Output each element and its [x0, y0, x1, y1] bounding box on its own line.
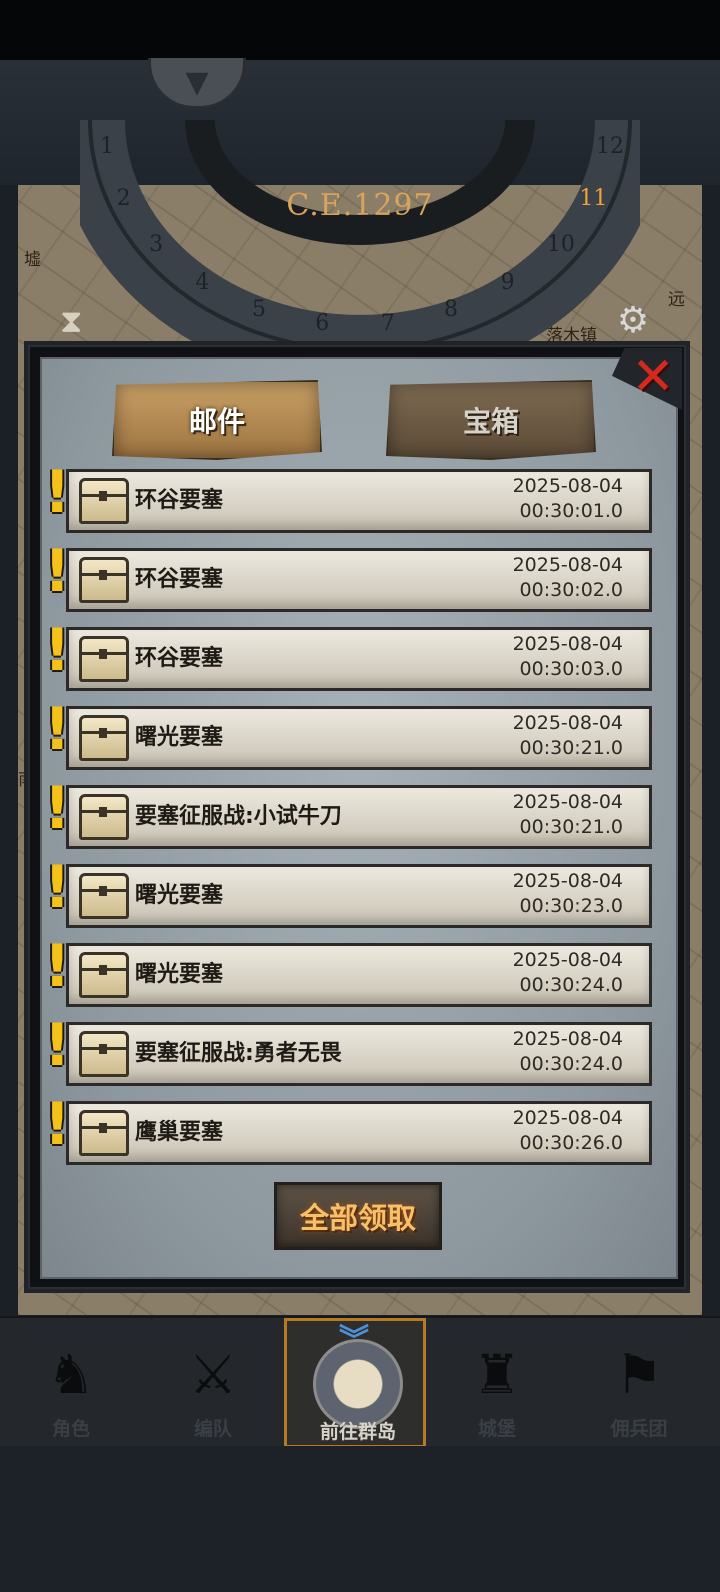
dial-number: 10: [546, 232, 575, 258]
nav-item-islands[interactable]: ︾ 前往群岛: [284, 1318, 426, 1448]
unread-alert-icon: !: [44, 458, 71, 526]
mail-date: 2025-08-04: [512, 1107, 623, 1129]
chest-icon: [79, 794, 129, 840]
mail-row[interactable]: 鹰巢要塞 2025-08-04 00:30:26.0: [66, 1101, 652, 1165]
nav-item-character[interactable]: ♞ 角色: [0, 1318, 142, 1448]
mail-title: 环谷要塞: [135, 646, 224, 671]
knight-icon: ♞: [46, 1343, 96, 1406]
unread-alert-icon: !: [44, 616, 71, 684]
mail-title: 鹰巢要塞: [135, 1120, 224, 1145]
dial-number: 8: [444, 297, 458, 323]
map-label: 墟: [24, 250, 41, 270]
mail-row[interactable]: 要塞征服战:勇者无畏 2025-08-04 00:30:24.0: [66, 1022, 652, 1086]
close-icon[interactable]: ✕: [628, 351, 678, 403]
chest-icon: [79, 715, 129, 761]
nav-label: 城堡: [477, 1418, 516, 1440]
nav-label: 前往群岛: [319, 1421, 396, 1443]
chest-icon: [79, 478, 129, 524]
nav-label: 编队: [193, 1418, 232, 1440]
mail-date: 2025-08-04: [512, 554, 623, 576]
mail-date: 2025-08-04: [512, 712, 623, 734]
mail-row[interactable]: 环谷要塞 2025-08-04 00:30:03.0: [66, 627, 652, 691]
mail-time: 00:30:24.0: [519, 974, 623, 996]
mail-title: 环谷要塞: [135, 567, 224, 592]
nav-item-mercenary[interactable]: ⚑ 佣兵团: [568, 1318, 710, 1448]
mail-row[interactable]: 环谷要塞 2025-08-04 00:30:02.0: [66, 548, 652, 612]
mail-time: 00:30:26.0: [519, 1132, 623, 1154]
dial-number: 6: [315, 311, 330, 337]
unread-alert-icon: !: [44, 695, 71, 763]
chest-icon: [79, 1031, 129, 1077]
mercenary-icon: ⚑: [614, 1343, 664, 1406]
mail-time: 00:30:03.0: [519, 658, 623, 680]
mail-row[interactable]: 曙光要塞 2025-08-04 00:30:21.0: [66, 706, 652, 770]
squad-icon: ⚔: [188, 1343, 238, 1406]
mail-time: 00:30:23.0: [519, 895, 623, 917]
unread-alert-icon: !: [44, 774, 71, 842]
mail-row[interactable]: 环谷要塞 2025-08-04 00:30:01.0: [66, 469, 652, 533]
mail-title: 曙光要塞: [135, 725, 224, 750]
nav-item-castle[interactable]: ♜ 城堡: [426, 1318, 568, 1448]
mail-time: 00:30:21.0: [519, 737, 623, 759]
mail-row[interactable]: 曙光要塞 2025-08-04 00:30:24.0: [66, 943, 652, 1007]
map-label: 远: [668, 290, 685, 310]
dial-number: 7: [380, 311, 395, 337]
chest-icon: [79, 873, 129, 919]
mail-time: 00:30:01.0: [519, 500, 623, 522]
castle-icon: ♜: [472, 1343, 522, 1406]
claim-all-button[interactable]: 全部领取: [274, 1182, 442, 1250]
dial-number: 1: [99, 133, 114, 159]
mail-title: 环谷要塞: [135, 488, 224, 513]
tab-mail[interactable]: 邮件: [112, 380, 322, 460]
gear-icon[interactable]: ⚙: [612, 300, 654, 342]
unread-alert-icon: !: [44, 932, 71, 1000]
dial-number: 9: [500, 270, 515, 296]
unread-alert-icon: !: [44, 853, 71, 921]
mail-row[interactable]: 曙光要塞 2025-08-04 00:30:23.0: [66, 864, 652, 928]
mail-time: 00:30:24.0: [519, 1053, 623, 1075]
arrow-down-icon: ▼: [185, 64, 209, 100]
dial-number: 12: [596, 133, 625, 159]
bottom-area: [0, 1446, 720, 1592]
nav-item-squad[interactable]: ⚔ 编队: [142, 1318, 284, 1448]
mail-date: 2025-08-04: [512, 475, 623, 497]
chest-icon: [79, 636, 129, 682]
chest-icon: [79, 557, 129, 603]
era-label: C.E.1297: [286, 188, 434, 223]
tab-chest[interactable]: 宝箱: [386, 380, 596, 460]
dial-number: 5: [251, 297, 266, 323]
status-bar: [0, 0, 720, 60]
chest-icon: [79, 952, 129, 998]
unread-alert-icon: !: [44, 1090, 71, 1158]
unread-alert-icon: !: [44, 537, 71, 605]
mail-title: 要塞征服战:小试牛刀: [135, 804, 342, 829]
chest-icon: [79, 1110, 129, 1156]
mail-time: 00:30:02.0: [519, 579, 623, 601]
nav-label: 角色: [51, 1418, 90, 1440]
mail-title: 要塞征服战:勇者无畏: [135, 1041, 342, 1066]
mail-title: 曙光要塞: [135, 883, 224, 908]
dial-number: 4: [195, 270, 210, 296]
dial-number: 3: [149, 232, 164, 258]
mail-date: 2025-08-04: [512, 633, 623, 655]
mail-date: 2025-08-04: [512, 870, 623, 892]
hourglass-icon[interactable]: ⧗: [60, 302, 96, 342]
mail-date: 2025-08-04: [512, 791, 623, 813]
bottom-nav: ♞ 角色 ⚔ 编队 ︾ 前往群岛 ♜ 城堡 ⚑ 佣兵团: [0, 1316, 720, 1448]
mail-date: 2025-08-04: [512, 1028, 623, 1050]
unread-alert-icon: !: [44, 1011, 71, 1079]
mail-title: 曙光要塞: [135, 962, 224, 987]
mail-time: 00:30:21.0: [519, 816, 623, 838]
mail-row[interactable]: 要塞征服战:小试牛刀 2025-08-04 00:30:21.0: [66, 785, 652, 849]
mail-date: 2025-08-04: [512, 949, 623, 971]
nav-label: 佣兵团: [610, 1418, 668, 1440]
chevron-down-icon: ︾: [339, 1323, 369, 1358]
